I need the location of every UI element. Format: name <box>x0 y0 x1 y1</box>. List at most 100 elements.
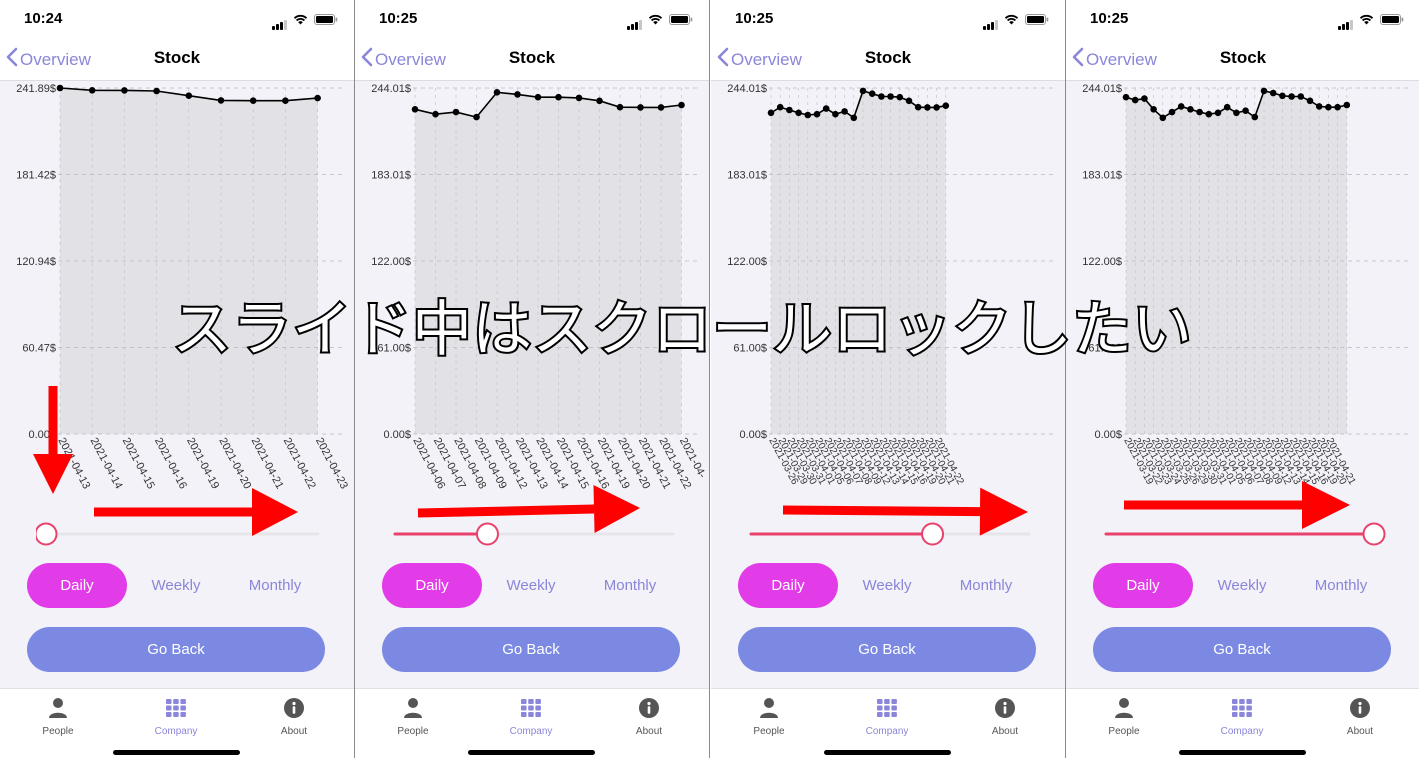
data-point <box>804 111 812 119</box>
panel-divider <box>709 0 710 758</box>
data-point <box>859 87 867 95</box>
page-title: Stock <box>1219 48 1267 67</box>
segment-monthly[interactable]: Monthly <box>936 563 1036 608</box>
page-title: Stock <box>508 48 556 67</box>
wifi-icon <box>648 12 663 30</box>
data-point <box>1269 89 1277 97</box>
segment-monthly[interactable]: Monthly <box>1291 563 1391 608</box>
data-point <box>1288 93 1295 100</box>
segment-monthly[interactable]: Monthly <box>225 563 325 608</box>
y-axis-tick-label: 244.01$ <box>727 83 767 95</box>
tab-people[interactable]: People <box>739 697 799 737</box>
data-point <box>1214 109 1222 117</box>
y-axis-tick-label: 0.00$ <box>739 429 767 441</box>
panel-divider <box>354 0 355 758</box>
tab-label: Company <box>154 726 198 737</box>
tab-company[interactable]: Company <box>857 697 917 737</box>
tab-label: About <box>991 726 1019 737</box>
status-time: 10:25 <box>379 10 418 27</box>
date-range-slider[interactable] <box>1102 522 1386 546</box>
data-point <box>678 101 685 109</box>
grid-icon <box>165 699 187 723</box>
data-point <box>616 103 624 111</box>
tab-about[interactable]: About <box>975 697 1035 737</box>
stock-chart[interactable]: 241.89$181.42$120.94$60.47$0.00$2021-04-… <box>0 80 354 510</box>
wifi-icon <box>1004 12 1019 30</box>
segment-monthly[interactable]: Monthly <box>580 563 680 608</box>
data-point <box>657 104 665 111</box>
data-point <box>596 97 603 105</box>
tab-about[interactable]: About <box>619 697 679 737</box>
tab-about[interactable]: About <box>264 697 324 737</box>
data-point <box>1159 114 1167 122</box>
date-range-slider[interactable] <box>391 522 675 546</box>
data-point <box>314 94 321 102</box>
home-indicator <box>468 750 595 755</box>
stock-chart[interactable]: 244.01$183.01$122.00$61.00$0.00$2021-04-… <box>355 80 709 510</box>
tab-label: About <box>1346 726 1374 737</box>
slider-thumb[interactable] <box>1362 522 1386 546</box>
segment-daily[interactable]: Daily <box>1093 563 1193 608</box>
segment-daily[interactable]: Daily <box>738 563 838 608</box>
segment-daily[interactable]: Daily <box>382 563 482 608</box>
chart-area-fill <box>415 92 682 435</box>
go-back-button[interactable]: Go Back <box>1093 627 1391 672</box>
slider-thumb[interactable] <box>475 522 499 546</box>
battery-icon <box>314 12 338 30</box>
go-back-button[interactable]: Go Back <box>738 627 1036 672</box>
data-point <box>924 104 931 111</box>
go-back-button[interactable]: Go Back <box>27 627 325 672</box>
slider-thumb[interactable] <box>921 522 945 546</box>
tab-people[interactable]: People <box>28 697 88 737</box>
data-point <box>1325 103 1332 111</box>
x-axis-tick-label: 2021-04-16 <box>152 436 189 491</box>
stock-chart[interactable]: 244.01$183.01$122.00$61.00$0.00$2021-03-… <box>711 80 1065 510</box>
panel-divider <box>1065 0 1066 758</box>
data-point <box>432 110 439 118</box>
data-point <box>1297 93 1305 100</box>
y-axis-tick-label: 241.89$ <box>16 83 56 95</box>
data-point <box>1343 101 1351 109</box>
y-axis-tick-label: 120.94$ <box>16 256 56 268</box>
date-range-slider[interactable] <box>747 522 1031 546</box>
date-range-slider[interactable] <box>34 522 320 546</box>
y-axis-tick-label: 60.47$ <box>22 343 56 355</box>
go-back-button[interactable]: Go Back <box>382 627 680 672</box>
status-icons <box>272 12 338 30</box>
navigation-bar: Overview Stock <box>711 36 1065 81</box>
tab-label: People <box>1108 726 1140 737</box>
battery-icon <box>669 12 693 30</box>
tab-people[interactable]: People <box>383 697 443 737</box>
data-point <box>767 109 775 117</box>
tab-company[interactable]: Company <box>501 697 561 737</box>
tab-people[interactable]: People <box>1094 697 1154 737</box>
x-axis-tick-label: 2021-04-23 <box>313 436 350 491</box>
data-point <box>1306 97 1314 105</box>
navigation-bar: Overview Stock <box>1066 36 1419 81</box>
slider-thumb[interactable] <box>34 522 58 546</box>
home-indicator <box>113 750 240 755</box>
y-axis-tick-label: 122.00$ <box>371 256 411 268</box>
segment-weekly[interactable]: Weekly <box>126 563 226 608</box>
data-point <box>1122 93 1130 101</box>
data-point <box>637 104 644 111</box>
y-axis-tick-label: 183.01$ <box>371 170 411 182</box>
data-point <box>514 91 521 98</box>
data-point <box>813 110 821 118</box>
segment-weekly[interactable]: Weekly <box>481 563 581 608</box>
tab-label: Company <box>865 726 909 737</box>
tab-company[interactable]: Company <box>146 697 206 737</box>
segment-weekly[interactable]: Weekly <box>837 563 937 608</box>
data-point <box>914 103 922 111</box>
data-point <box>1131 96 1139 104</box>
data-point <box>832 110 839 118</box>
cellular-signal-icon <box>1338 20 1353 30</box>
tab-company[interactable]: Company <box>1212 697 1272 737</box>
segment-weekly[interactable]: Weekly <box>1192 563 1292 608</box>
stock-chart[interactable]: 244.01$183.01$122.00$61.00$0.00$2021-03-… <box>1066 80 1419 510</box>
status-bar: 10:25 <box>1066 0 1419 36</box>
segment-daily[interactable]: Daily <box>27 563 127 608</box>
battery-icon <box>1380 12 1404 30</box>
status-bar: 10:25 <box>711 0 1065 36</box>
tab-about[interactable]: About <box>1330 697 1390 737</box>
